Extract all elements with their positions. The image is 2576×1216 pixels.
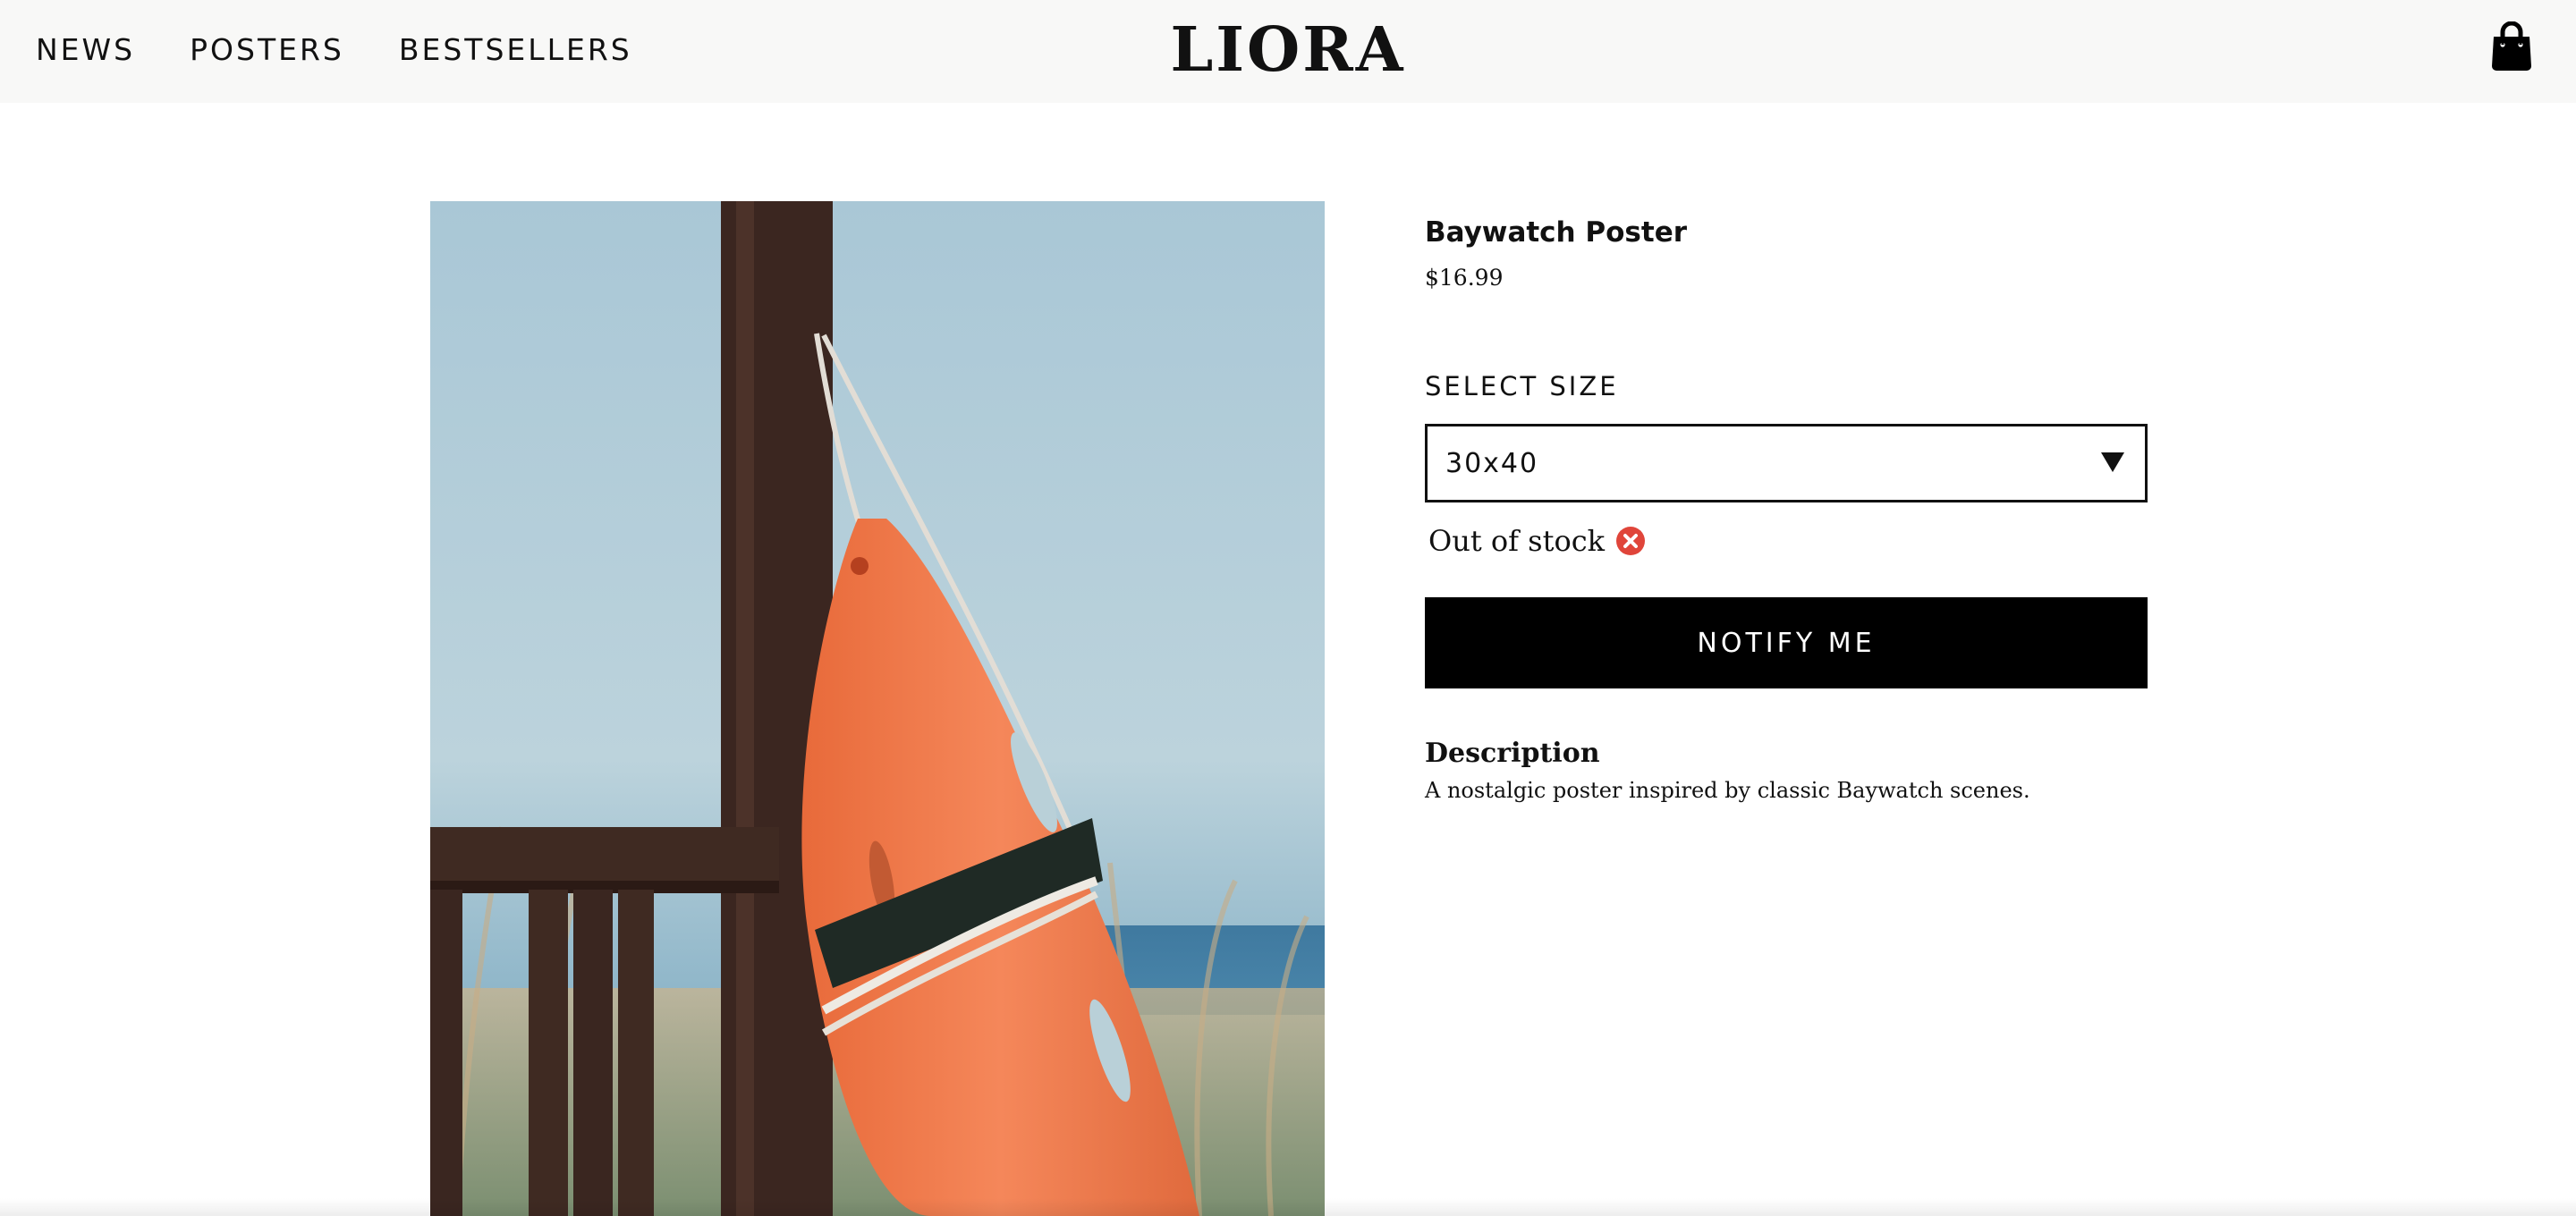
product-title: Baywatch Poster xyxy=(1425,216,1688,249)
size-select-value: 30x40 xyxy=(1445,447,1539,479)
select-size-label: SELECT SIZE xyxy=(1425,371,1619,401)
description-heading: Description xyxy=(1425,738,1600,769)
product-price: $16.99 xyxy=(1425,265,1504,291)
size-select[interactable]: 30x40 xyxy=(1425,424,2148,502)
product-image-art xyxy=(430,201,1325,1216)
nav-item-news[interactable]: NEWS xyxy=(36,32,135,67)
shopping-bag-icon[interactable] xyxy=(2488,21,2535,72)
description-text: A nostalgic poster inspired by classic B… xyxy=(1425,778,2030,803)
product-image xyxy=(430,201,1325,1216)
nav-item-bestsellers[interactable]: BESTSELLERS xyxy=(399,32,632,67)
stock-status-text: Out of stock xyxy=(1428,524,1606,558)
notify-me-button[interactable]: NOTIFY ME xyxy=(1425,597,2148,688)
nav-item-posters[interactable]: POSTERS xyxy=(190,32,344,67)
stock-status: Out of stock xyxy=(1428,524,1646,558)
top-navigation-bar: NEWS POSTERS BESTSELLERS LIORA xyxy=(0,0,2576,103)
brand-logo[interactable]: LIORA xyxy=(1170,13,1402,88)
main-nav: NEWS POSTERS BESTSELLERS xyxy=(36,0,632,98)
chevron-down-icon xyxy=(2100,452,2125,473)
close-circle-icon xyxy=(1615,526,1646,556)
